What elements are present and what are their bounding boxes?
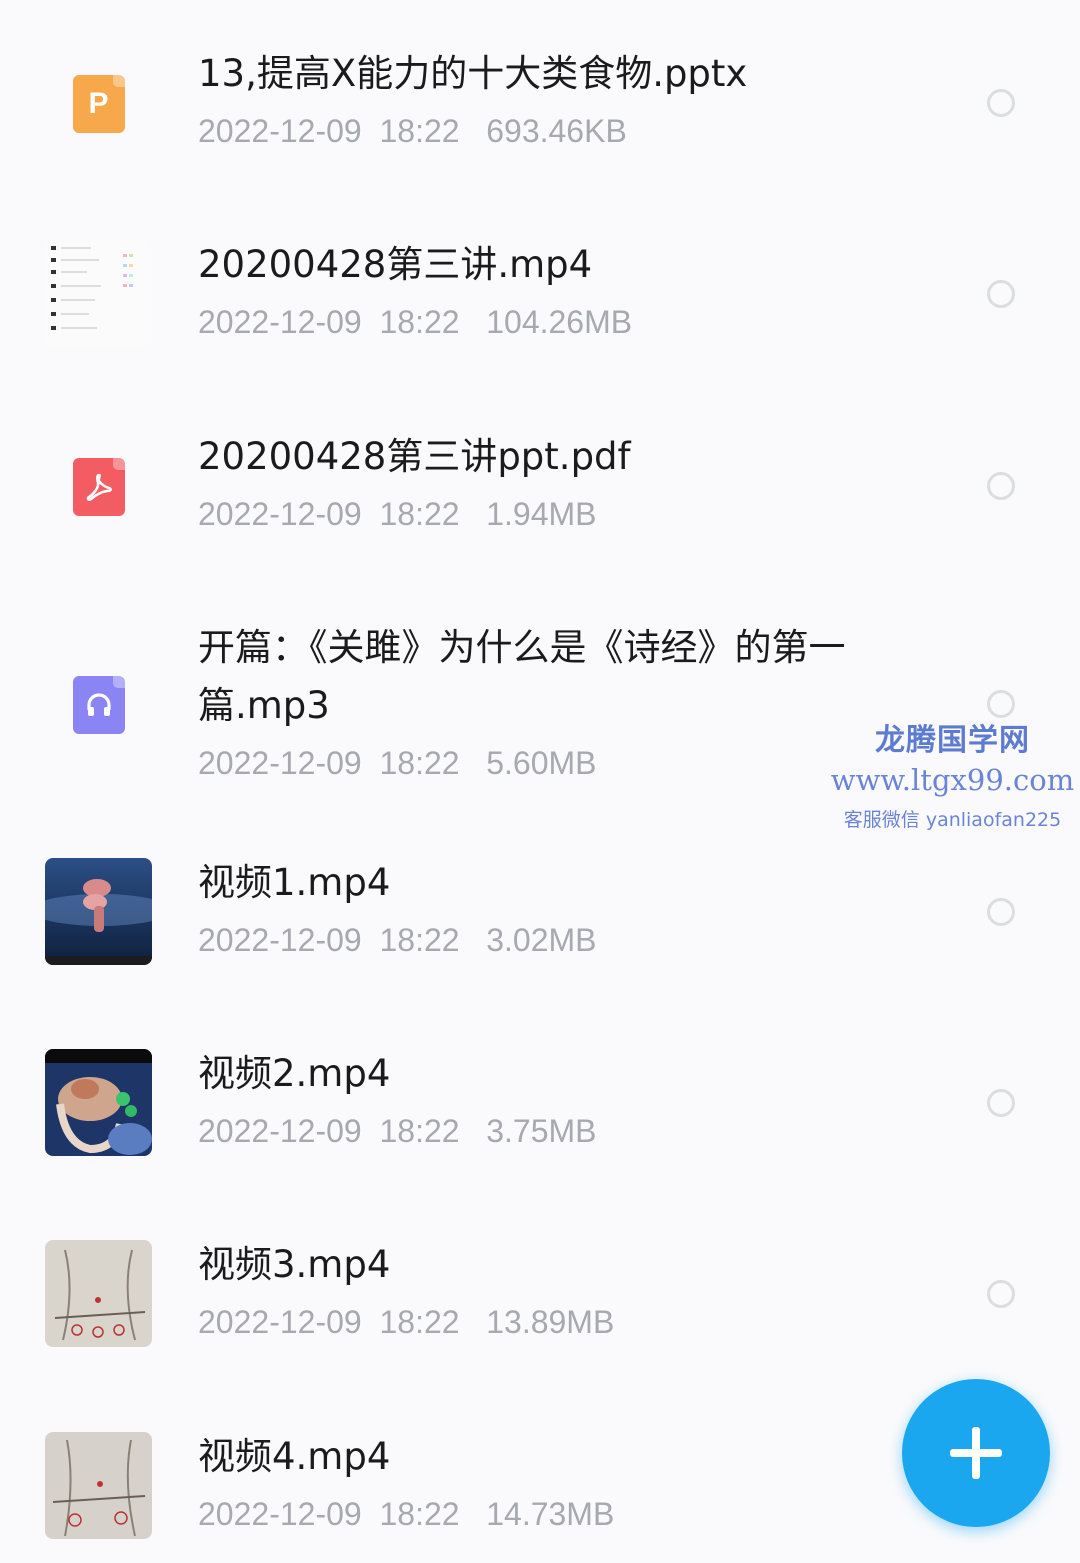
select-radio[interactable] xyxy=(987,89,1015,117)
file-name: 开篇：《关雎》为什么是《诗经》的第一篇.mp3 xyxy=(198,626,846,727)
file-size: 3.75MB xyxy=(486,1113,597,1149)
file-date: 2022-12-09 xyxy=(198,1496,362,1532)
file-meta: 2022-12-09 18:22 3.02MB xyxy=(198,920,915,960)
file-thumbnail xyxy=(45,433,152,540)
file-meta: 2022-12-09 18:22 13.89MB xyxy=(198,1302,915,1342)
file-time: 18:22 xyxy=(379,745,460,781)
file-size: 104.26MB xyxy=(486,304,633,340)
file-thumbnail xyxy=(45,1432,152,1539)
pdf-file-icon xyxy=(72,457,125,516)
file-meta: 2022-12-09 18:22 104.26MB xyxy=(198,302,915,342)
file-thumbnail xyxy=(45,1240,152,1347)
file-row[interactable]: 视频2.mp4 2022-12-09 18:22 3.75MB xyxy=(0,1045,1080,1160)
file-date: 2022-12-09 xyxy=(198,922,362,958)
file-name: 20200428第三讲ppt.pdf xyxy=(198,435,631,478)
file-date: 2022-12-09 xyxy=(198,113,362,149)
file-date: 2022-12-09 xyxy=(198,1113,362,1149)
file-row[interactable]: P 13,提高X能力的十大类食物.pptx 2022-12-09 18:22 6… xyxy=(0,45,1080,160)
video-thumbnail xyxy=(45,1049,152,1156)
file-time: 18:22 xyxy=(379,1496,460,1532)
video-thumbnail xyxy=(45,240,152,347)
file-name: 视频3.mp4 xyxy=(198,1243,391,1286)
video-thumbnail xyxy=(45,858,152,965)
file-row[interactable]: 视频1.mp4 2022-12-09 18:22 3.02MB xyxy=(0,854,1080,969)
file-size: 5.60MB xyxy=(486,745,597,781)
file-size: 1.94MB xyxy=(486,496,597,532)
file-row[interactable]: 视频3.mp4 2022-12-09 18:22 13.89MB xyxy=(0,1236,1080,1351)
headphones-icon xyxy=(86,692,111,716)
video-thumbnail xyxy=(45,1240,152,1347)
file-size: 14.73MB xyxy=(486,1496,615,1532)
file-size: 693.46KB xyxy=(486,113,627,149)
watermark-contact: 客服微信 yanliaofan225 xyxy=(843,809,1062,831)
file-meta: 2022-12-09 18:22 3.75MB xyxy=(198,1111,915,1151)
watermark-url: www.ltgx99.com xyxy=(830,763,1075,797)
file-name: 20200428第三讲.mp4 xyxy=(198,243,593,286)
file-date: 2022-12-09 xyxy=(198,1304,362,1340)
file-meta: 2022-12-09 18:22 1.94MB xyxy=(198,494,915,534)
file-thumbnail xyxy=(45,651,152,758)
file-meta: 2022-12-09 18:22 693.46KB xyxy=(198,111,915,151)
select-radio[interactable] xyxy=(987,1280,1015,1308)
pptx-file-icon: P xyxy=(72,74,125,133)
file-time: 18:22 xyxy=(379,1113,460,1149)
file-date: 2022-12-09 xyxy=(198,745,362,781)
file-row[interactable]: 20200428第三讲.mp4 2022-12-09 18:22 104.26M… xyxy=(0,236,1080,351)
select-radio[interactable] xyxy=(987,1089,1015,1117)
file-name: 视频4.mp4 xyxy=(198,1435,391,1478)
select-radio[interactable] xyxy=(987,898,1015,926)
watermark: 龙腾国学网 www.ltgx99.com 客服微信 yanliaofan225 xyxy=(830,715,1075,832)
file-size: 3.02MB xyxy=(486,922,597,958)
video-thumbnail xyxy=(45,1432,152,1539)
audio-file-icon xyxy=(72,675,125,734)
add-button[interactable] xyxy=(902,1379,1050,1527)
file-thumbnail xyxy=(45,1049,152,1156)
file-thumbnail xyxy=(45,858,152,965)
select-radio[interactable] xyxy=(987,472,1015,500)
acrobat-icon xyxy=(86,473,112,501)
plus-icon xyxy=(950,1427,1002,1479)
file-meta: 2022-12-09 18:22 5.60MB xyxy=(198,743,915,783)
file-row[interactable]: 20200428第三讲ppt.pdf 2022-12-09 18:22 1.94… xyxy=(0,428,1080,543)
watermark-title: 龙腾国学网 xyxy=(875,723,1030,758)
file-name: 视频2.mp4 xyxy=(198,1052,391,1095)
file-size: 13.89MB xyxy=(486,1304,615,1340)
file-date: 2022-12-09 xyxy=(198,496,362,532)
file-name: 视频1.mp4 xyxy=(198,861,391,904)
select-radio[interactable] xyxy=(987,690,1015,718)
file-time: 18:22 xyxy=(379,922,460,958)
file-name: 13,提高X能力的十大类食物.pptx xyxy=(198,52,748,95)
file-thumbnail xyxy=(45,240,152,347)
file-thumbnail: P xyxy=(45,50,152,157)
select-radio[interactable] xyxy=(987,280,1015,308)
file-time: 18:22 xyxy=(379,1304,460,1340)
file-meta: 2022-12-09 18:22 14.73MB xyxy=(198,1494,915,1534)
file-time: 18:22 xyxy=(379,113,460,149)
file-time: 18:22 xyxy=(379,496,460,532)
file-date: 2022-12-09 xyxy=(198,304,362,340)
file-time: 18:22 xyxy=(379,304,460,340)
